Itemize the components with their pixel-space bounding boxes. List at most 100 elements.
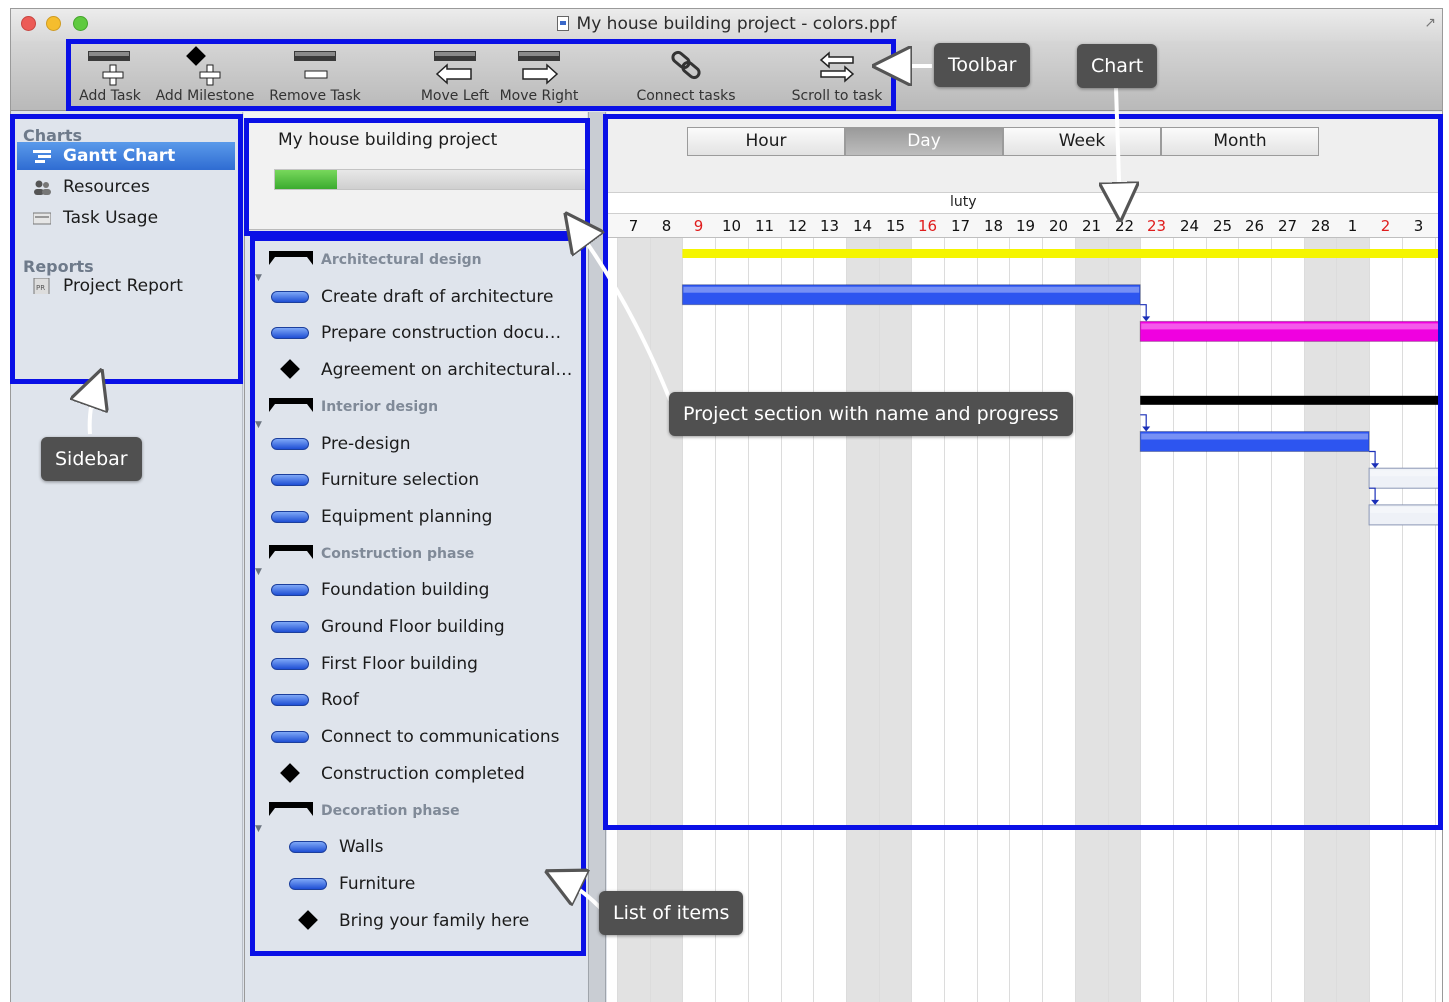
list-task-row[interactable]: Furniture selection xyxy=(245,465,588,495)
project-report-icon: PR xyxy=(33,278,50,294)
section-icon xyxy=(269,398,313,412)
sidebar-item-task-usage[interactable]: Task Usage xyxy=(17,204,235,232)
task-bar-highlight xyxy=(1141,433,1369,440)
project-progress-fill xyxy=(275,170,338,189)
remove-task-button[interactable]: Remove Task xyxy=(265,45,365,107)
list-task-row[interactable]: Create draft of architecture xyxy=(245,282,588,312)
section-bar[interactable] xyxy=(682,249,1443,258)
task-icon xyxy=(271,584,309,596)
task-icon xyxy=(271,327,309,339)
add-task-icon xyxy=(88,51,130,86)
gantt-chart: Hour Day Week Month luty 7 8 9 10 11 12 13 14 15 16 1… xyxy=(607,112,1443,1002)
task-icon xyxy=(271,694,309,706)
connect-tasks-icon xyxy=(671,50,701,80)
move-left-label: Move Left xyxy=(420,88,490,104)
dependency-arrow xyxy=(1371,499,1380,505)
section-bar[interactable] xyxy=(1140,395,1443,405)
callout-list-of-items: List of items xyxy=(599,891,744,935)
add-task-label: Add Task xyxy=(79,88,141,104)
item-label: Construction phase xyxy=(321,546,475,562)
add-milestone-button[interactable]: Add Milestone xyxy=(153,45,257,107)
task-icon xyxy=(289,841,327,853)
section-icon xyxy=(269,545,313,559)
list-milestone-row[interactable]: Construction completed xyxy=(245,759,588,789)
connect-tasks-label: Connect tasks xyxy=(636,88,736,104)
task-icon xyxy=(271,621,309,633)
callout-sidebar: Sidebar xyxy=(41,437,142,481)
milestone-icon xyxy=(298,910,318,930)
title-bar: My house building project - colors.ppf ↗ xyxy=(11,9,1442,41)
resources-icon xyxy=(34,180,51,195)
list-task-row[interactable]: Foundation building xyxy=(245,575,588,605)
task-icon xyxy=(271,511,309,523)
list-task-row[interactable]: Prepare construction docu… xyxy=(245,318,588,348)
sidebar-item-gantt-chart[interactable]: Gantt Chart xyxy=(17,142,235,170)
item-label: Bring your family here xyxy=(339,911,530,931)
move-right-button[interactable]: Move Right xyxy=(497,45,581,107)
move-right-label: Move Right xyxy=(499,88,579,104)
fullscreen-icon[interactable]: ↗ xyxy=(1424,15,1436,31)
scroll-to-task-label: Scroll to task xyxy=(791,88,883,104)
task-icon xyxy=(271,658,309,670)
list-task-row[interactable]: Furniture xyxy=(245,869,588,899)
item-label: Roof xyxy=(321,690,359,710)
task-icon xyxy=(271,731,309,743)
sidebar-item-resources[interactable]: Resources xyxy=(17,173,235,201)
list-milestone-row[interactable]: Bring your family here xyxy=(245,906,588,936)
add-task-button[interactable]: Add Task xyxy=(75,45,145,107)
svg-text:PR: PR xyxy=(36,284,45,292)
task-icon xyxy=(271,474,309,486)
remove-task-label: Remove Task xyxy=(269,88,361,104)
item-label: Pre-design xyxy=(321,434,411,454)
list-section-row[interactable]: ▼ Decoration phase xyxy=(245,796,588,834)
list-task-row[interactable]: Walls xyxy=(245,832,588,862)
move-right-icon xyxy=(518,51,560,85)
remove-task-icon xyxy=(294,51,336,79)
item-label: Interior design xyxy=(321,399,439,415)
list-task-row[interactable]: First Floor building xyxy=(245,649,588,679)
milestone-icon xyxy=(280,359,300,379)
task-icon xyxy=(271,291,309,303)
item-label: Construction completed xyxy=(321,764,525,784)
list-task-row[interactable]: Ground Floor building xyxy=(245,612,588,642)
task-icon xyxy=(271,438,309,450)
list-task-row[interactable]: Roof xyxy=(245,685,588,715)
dependency-arrow xyxy=(1371,463,1380,469)
panel-splitter[interactable] xyxy=(588,112,606,1002)
sidebar-item-label: Resources xyxy=(63,177,150,197)
item-label: Prepare construction docu… xyxy=(321,323,562,343)
milestone-icon xyxy=(280,763,300,783)
item-list: ▼ Architectural design Create draft of arc… xyxy=(244,231,587,1002)
add-milestone-icon xyxy=(186,46,221,86)
task-usage-icon xyxy=(33,212,51,225)
item-label: Equipment planning xyxy=(321,507,493,527)
list-task-row[interactable]: Equipment planning xyxy=(245,502,588,532)
item-label: First Floor building xyxy=(321,654,478,674)
item-label: Connect to communications xyxy=(321,727,560,747)
task-bar-highlight xyxy=(1370,470,1442,477)
scroll-to-task-icon xyxy=(819,51,855,83)
callout-project-section: Project section with name and progress xyxy=(669,392,1073,436)
task-bar-highlight xyxy=(1370,506,1442,513)
window-title: My house building project - colors.ppf xyxy=(11,14,1442,34)
gantt-chart-icon xyxy=(33,150,51,163)
connect-tasks-button[interactable]: Connect tasks xyxy=(631,45,741,107)
list-section-row[interactable]: ▼ Construction phase xyxy=(245,539,588,577)
scroll-to-task-button[interactable]: Scroll to task xyxy=(787,45,887,107)
list-milestone-row[interactable]: Agreement on architectural… xyxy=(245,355,588,385)
sidebar-item-label: Gantt Chart xyxy=(63,146,176,166)
sidebar: Charts Gantt Chart Resources Task Usage … xyxy=(11,112,243,1002)
toolbar: Add Task Add Milestone Remove Task Move … xyxy=(11,41,1442,111)
list-section-row[interactable]: ▼ Interior design xyxy=(245,392,588,430)
task-bar-highlight xyxy=(683,286,1140,293)
item-label: Furniture selection xyxy=(321,470,480,490)
move-left-button[interactable]: Move Left xyxy=(415,45,495,107)
task-bar-highlight xyxy=(1141,323,1442,330)
sidebar-item-project-report[interactable]: PR Project Report xyxy=(17,272,235,300)
list-section-row[interactable]: ▼ Architectural design xyxy=(245,245,588,283)
project-name: My house building project xyxy=(278,130,498,150)
task-icon xyxy=(289,878,327,890)
list-task-row[interactable]: Pre-design xyxy=(245,429,588,459)
add-milestone-label: Add Milestone xyxy=(155,88,255,104)
list-task-row[interactable]: Connect to communications xyxy=(245,722,588,752)
